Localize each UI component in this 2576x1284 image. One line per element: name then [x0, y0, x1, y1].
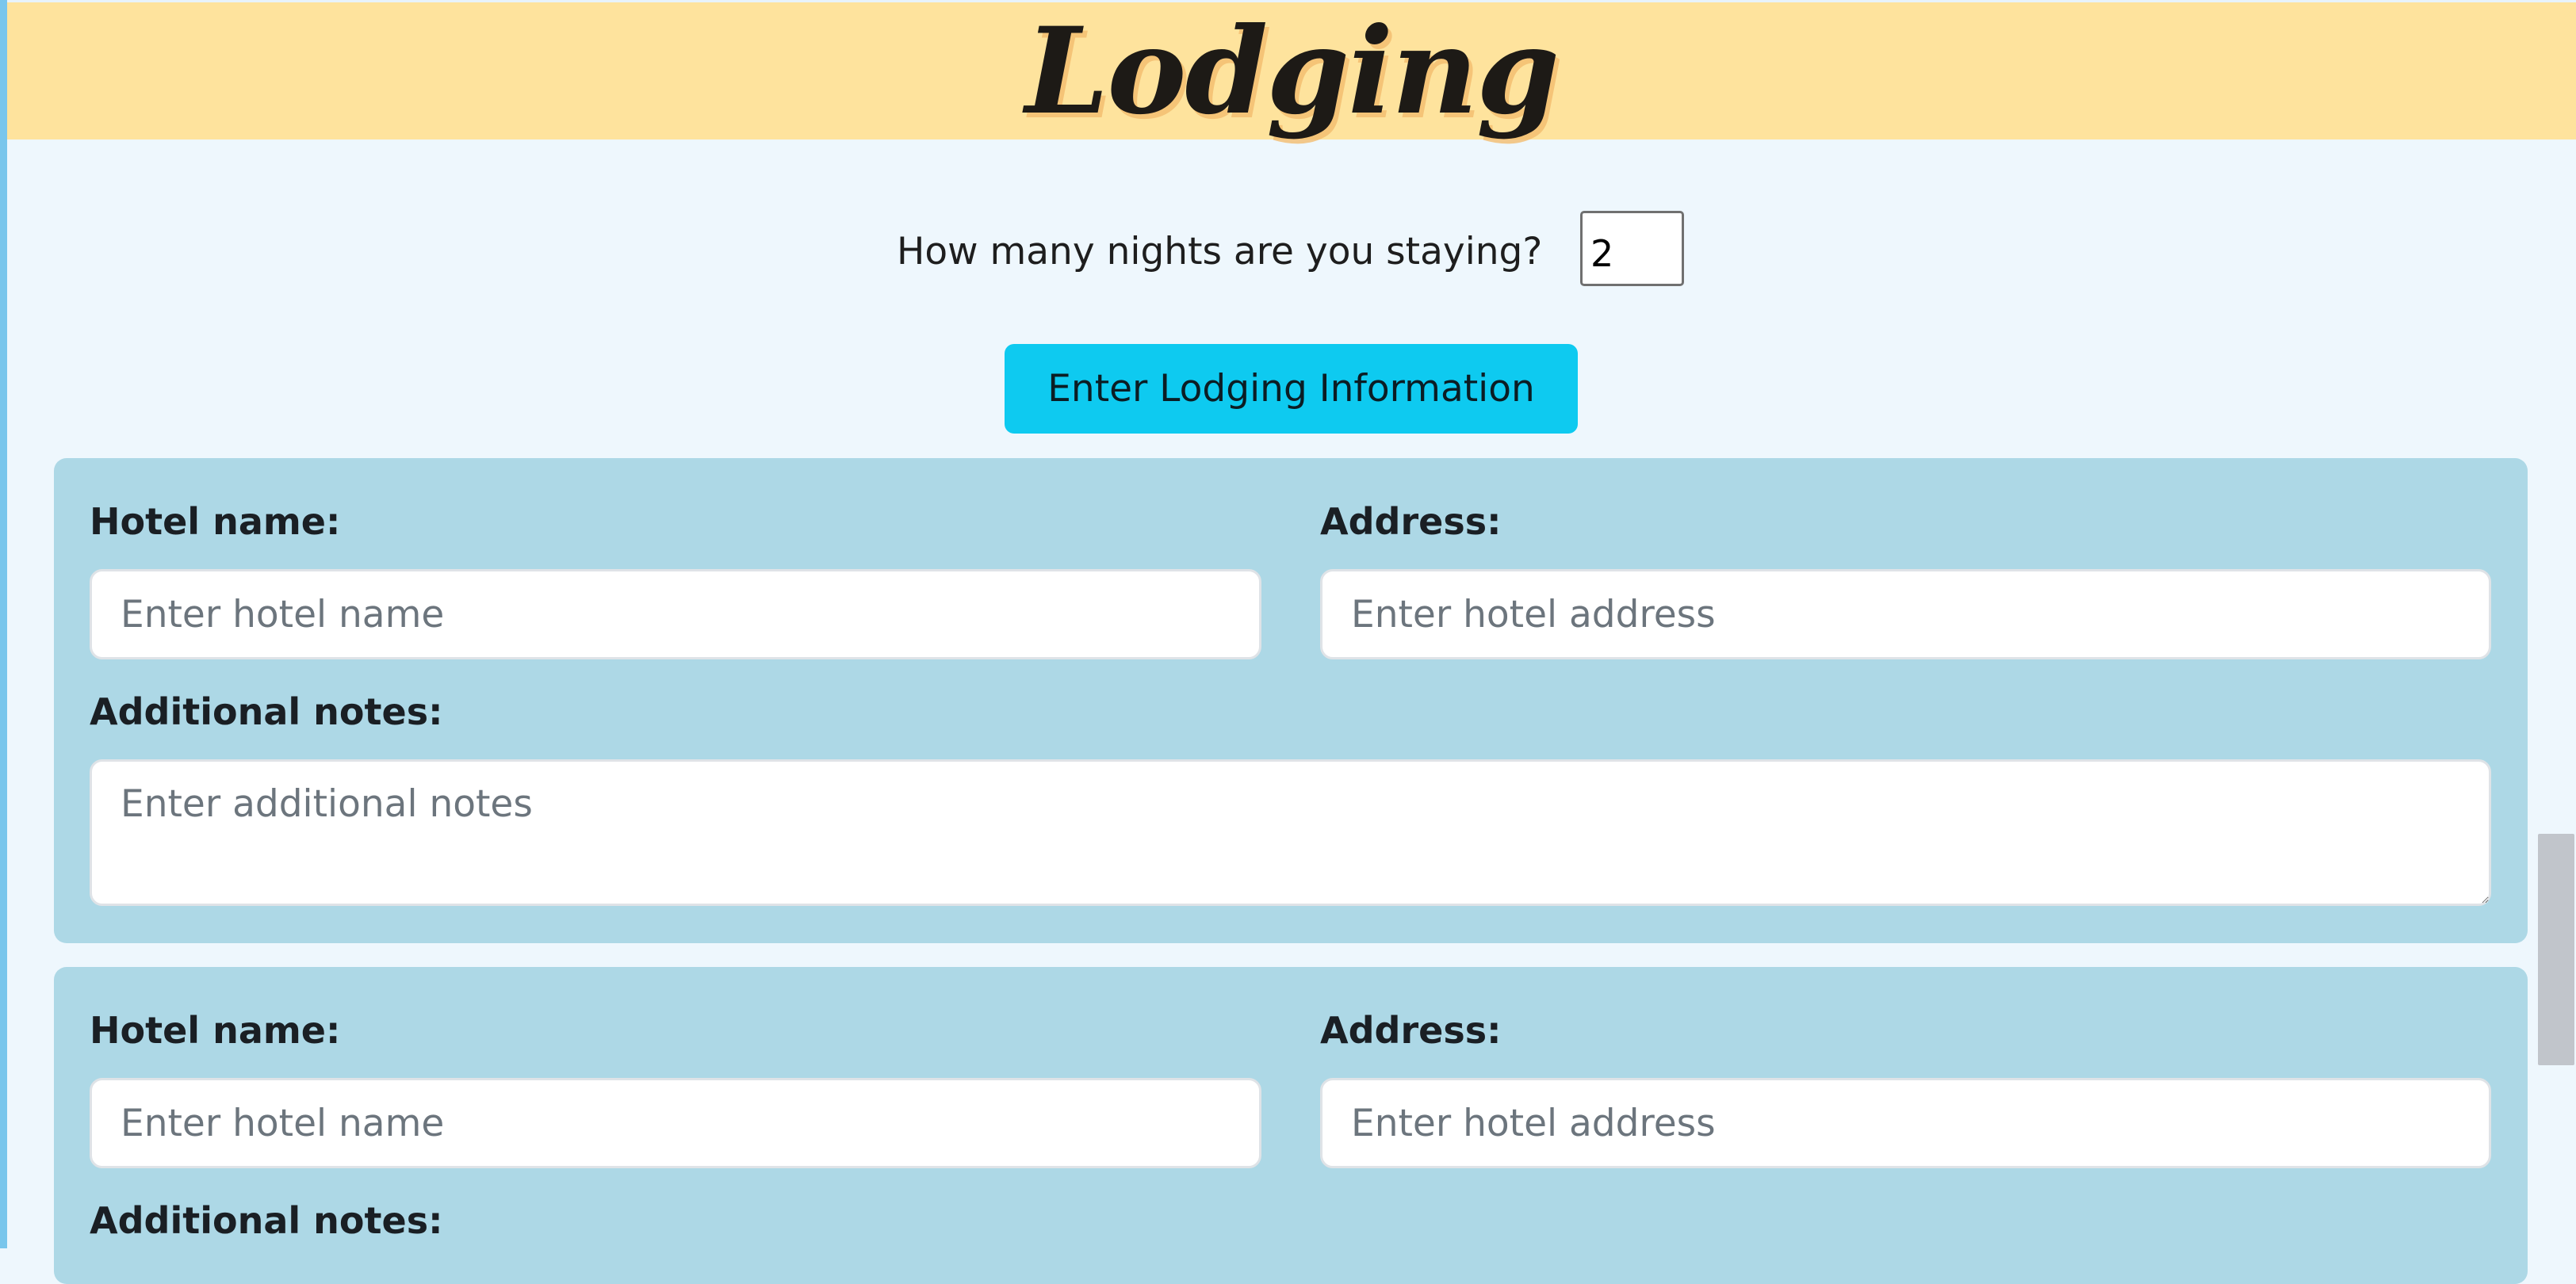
nights-row: How many nights are you staying?: [0, 211, 2576, 287]
nights-label: How many nights are you staying?: [897, 230, 1543, 273]
notes-textarea[interactable]: [90, 759, 2491, 906]
address-label: Address:: [1320, 500, 1502, 543]
notes-label: Additional notes:: [90, 690, 443, 733]
hotel-name-input[interactable]: [90, 1078, 1261, 1168]
hotel-name-label: Hotel name:: [90, 1009, 341, 1052]
hotel-name-input[interactable]: [90, 569, 1261, 659]
address-input[interactable]: [1320, 1078, 2491, 1168]
hotel-name-label: Hotel name:: [90, 500, 341, 543]
enter-lodging-button[interactable]: Enter Lodging Information: [1005, 344, 1578, 434]
lodging-card: Hotel name: Address: Additional notes:: [54, 967, 2528, 1284]
scrollbar-thumb[interactable]: [2538, 834, 2574, 1065]
nights-input[interactable]: [1580, 211, 1684, 286]
page-title: Lodging: [1024, 2, 1560, 141]
address-label: Address:: [1320, 1009, 1502, 1052]
address-input[interactable]: [1320, 569, 2491, 659]
lodging-card: Hotel name: Address: Additional notes:: [54, 458, 2528, 943]
notes-label: Additional notes:: [90, 1199, 443, 1242]
page-left-border: [0, 0, 7, 1248]
page-header: Lodging: [7, 0, 2576, 139]
